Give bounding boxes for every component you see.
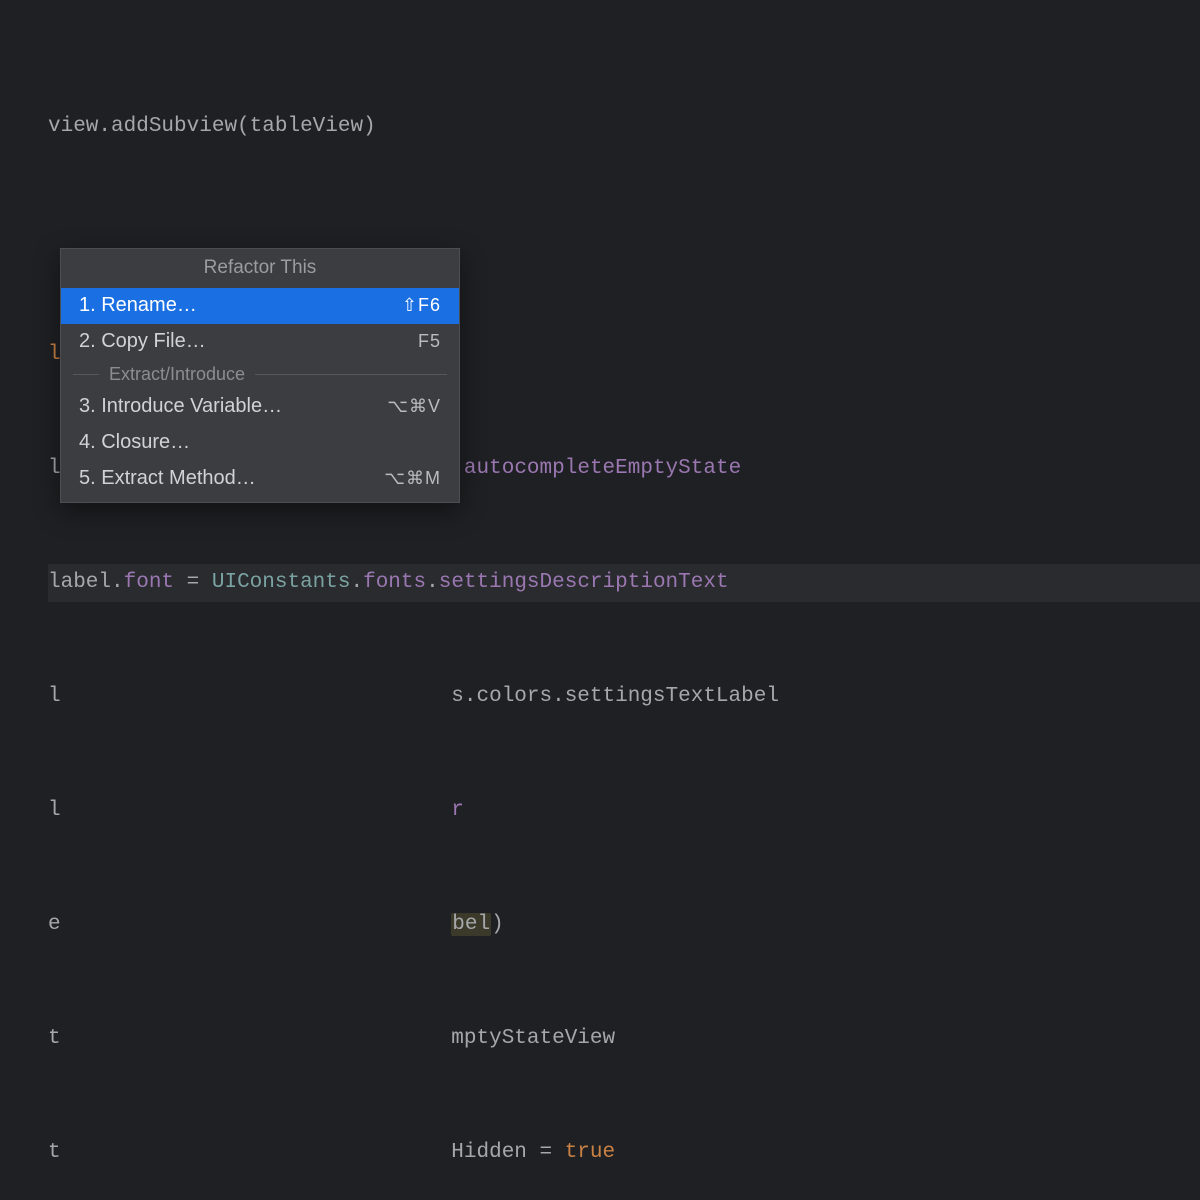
refactor-popup: Refactor This 1. Rename… ⇧F6 2. Copy Fil… — [60, 248, 460, 503]
popup-item-label: 3. Introduce Variable… — [79, 395, 282, 418]
code-line: e bel) — [48, 906, 1200, 944]
popup-item-rename[interactable]: 1. Rename… ⇧F6 — [61, 288, 459, 324]
divider — [73, 374, 99, 375]
code-line: l r — [48, 792, 1200, 830]
popup-section-header: Extract/Introduce — [61, 360, 459, 389]
popup-item-shortcut: ⌥⌘V — [387, 396, 441, 417]
popup-item-label: 5. Extract Method… — [79, 467, 256, 490]
popup-item-introduce-variable[interactable]: 3. Introduce Variable… ⌥⌘V — [61, 389, 459, 425]
code-line: l s.colors.settingsTextLabel — [48, 678, 1200, 716]
code-line: view.addSubview(tableView) — [48, 108, 1200, 146]
popup-item-label: 4. Closure… — [79, 431, 190, 454]
popup-item-copy-file[interactable]: 2. Copy File… F5 — [61, 324, 459, 360]
popup-item-shortcut: ⌥⌘M — [384, 468, 441, 489]
popup-item-label: 1. Rename… — [79, 294, 197, 317]
popup-item-extract-method[interactable]: 5. Extract Method… ⌥⌘M — [61, 461, 459, 502]
popup-item-shortcut: F5 — [418, 331, 441, 352]
popup-item-closure[interactable]: 4. Closure… — [61, 425, 459, 461]
popup-item-shortcut: ⇧F6 — [402, 295, 441, 316]
code-editor[interactable]: view.addSubview(tableView) let label = S… — [0, 0, 1200, 1200]
popup-title: Refactor This — [61, 249, 459, 288]
code-line: t Hidden = true — [48, 1134, 1200, 1172]
code-line: t mptyStateView — [48, 1020, 1200, 1058]
code-line-current: label.font = UIConstants.fonts.settingsD… — [48, 564, 1200, 602]
divider — [255, 374, 447, 375]
popup-item-label: 2. Copy File… — [79, 330, 206, 353]
highlighted-identifier: bel — [451, 913, 491, 936]
popup-section-label: Extract/Introduce — [109, 364, 245, 385]
